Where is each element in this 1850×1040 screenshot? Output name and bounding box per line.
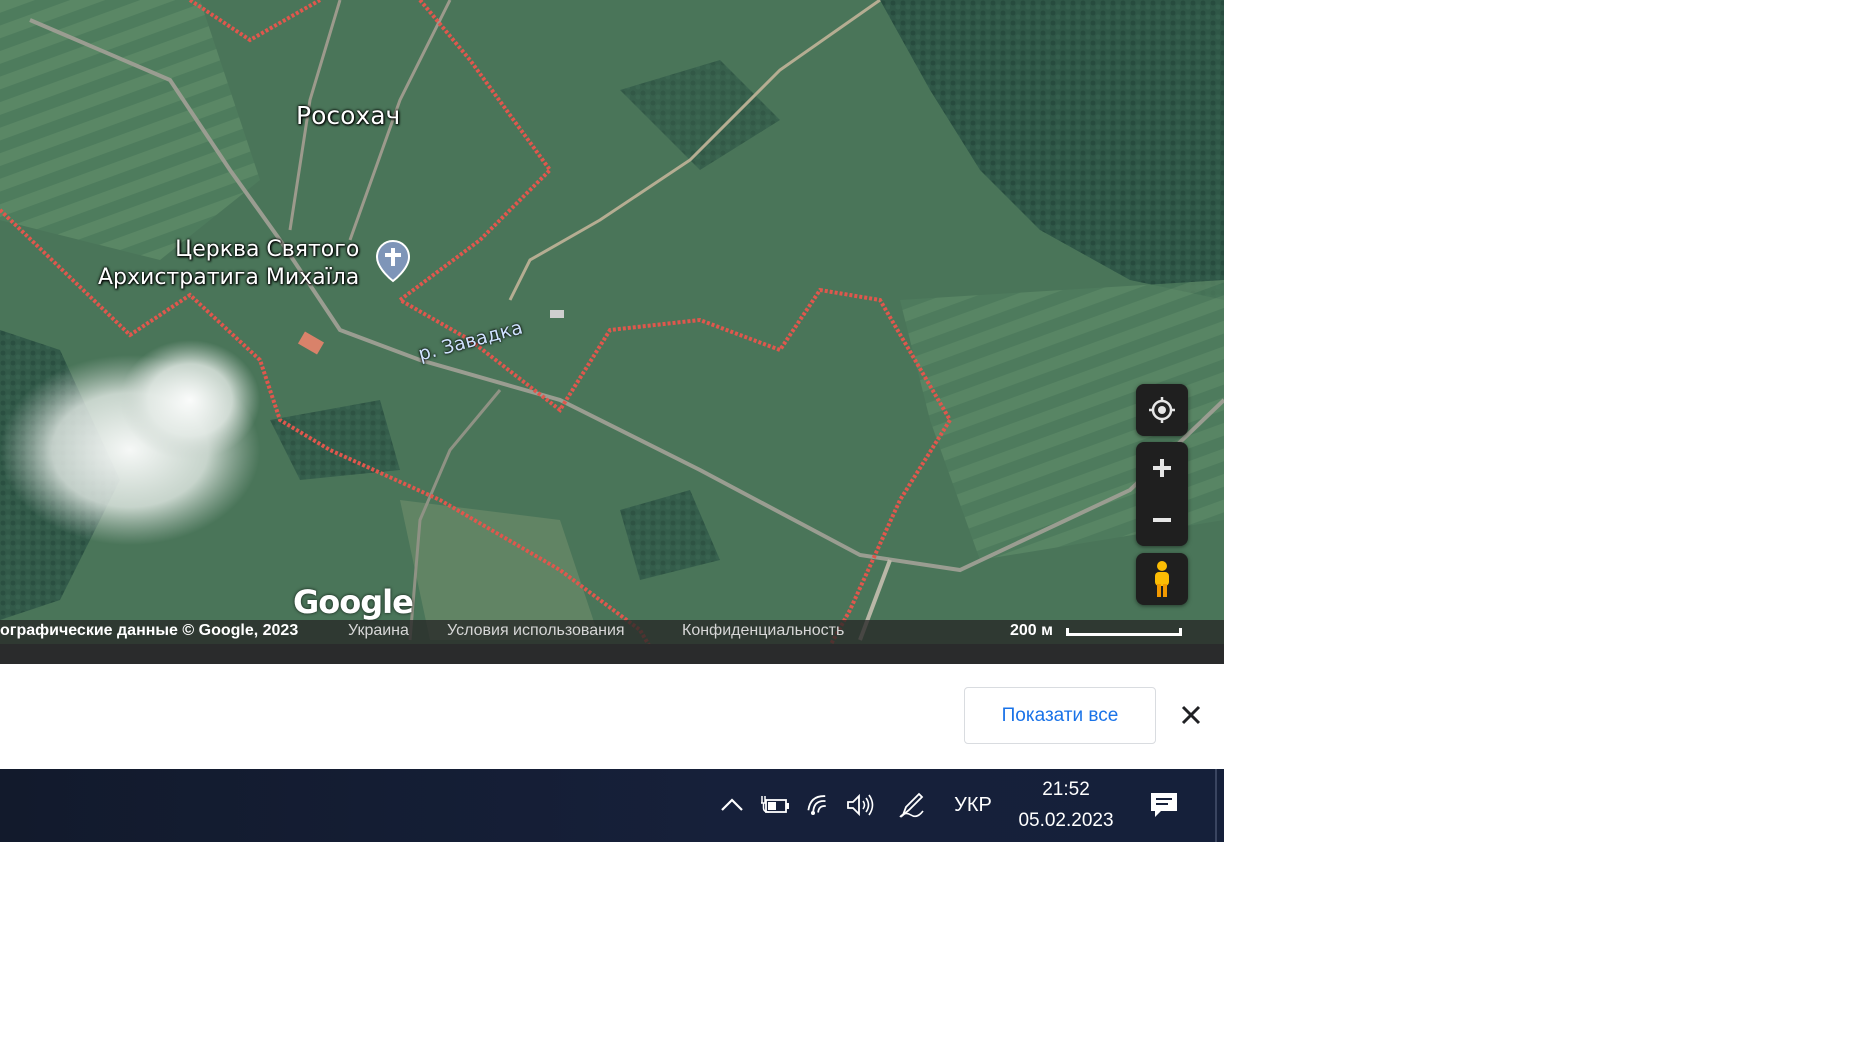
map-data-attribution: ографические данные © Google, 2023 [0,622,299,639]
volume-button[interactable] [844,789,878,821]
clock-time: 21:52 [1042,779,1090,800]
clock-date: 05.02.2023 [1018,810,1114,831]
volume-icon [847,793,874,817]
minus-icon [1153,518,1171,522]
notification-icon [1151,793,1177,817]
village-label[interactable]: Росохач [296,101,400,130]
church-pin-icon[interactable] [375,239,411,283]
pen-workspace-button[interactable] [896,787,928,821]
battery-charging-icon [761,796,789,813]
map-attribution-bar: ографические данные © Google, 2023 Украи… [0,620,1224,644]
map-bottom-strip [0,644,1224,664]
scale-bar[interactable] [1066,628,1182,636]
church-label[interactable]: Церква Святого Архистратига Михаїла [98,236,359,292]
zoom-out-button[interactable] [1136,494,1188,546]
church-label-line2: Архистратига Михаїла [98,265,360,290]
google-logo: Google [293,583,414,621]
wifi-icon [807,795,826,815]
pen-icon [899,792,924,818]
windows-taskbar: УКР 21:52 05.02.2023 [0,769,1224,842]
street-view-button[interactable] [1136,553,1188,605]
action-center-button[interactable] [1140,787,1188,823]
show-all-button[interactable]: Показати все [964,687,1156,744]
my-location-icon [1136,384,1188,436]
terms-link[interactable]: Условия использования [447,622,625,640]
clock-button[interactable]: 21:52 05.02.2023 [1010,774,1122,836]
scale-label[interactable]: 200 м [1010,622,1053,640]
my-location-button[interactable] [1136,384,1188,436]
pegman-icon [1136,553,1188,605]
close-icon [1181,705,1201,725]
church-label-line1: Церква Святого [175,237,360,262]
show-hidden-icons-button[interactable] [716,789,748,821]
battery-button[interactable] [758,789,792,821]
zoom-control [1136,442,1188,546]
chevron-up-icon [721,798,743,811]
plus-icon [1153,459,1171,477]
input-language-button[interactable]: УКР [950,789,996,821]
satellite-imagery [0,0,1224,664]
zoom-in-button[interactable] [1136,442,1188,494]
close-download-bar-button[interactable] [1176,700,1206,730]
network-button[interactable] [804,789,836,821]
privacy-link[interactable]: Конфиденциальность [682,622,844,640]
satellite-map[interactable]: Росохач Церква Святого Архистратига Миха… [0,0,1224,664]
country-link[interactable]: Украина [348,622,409,640]
show-desktop-button[interactable] [1215,769,1217,842]
